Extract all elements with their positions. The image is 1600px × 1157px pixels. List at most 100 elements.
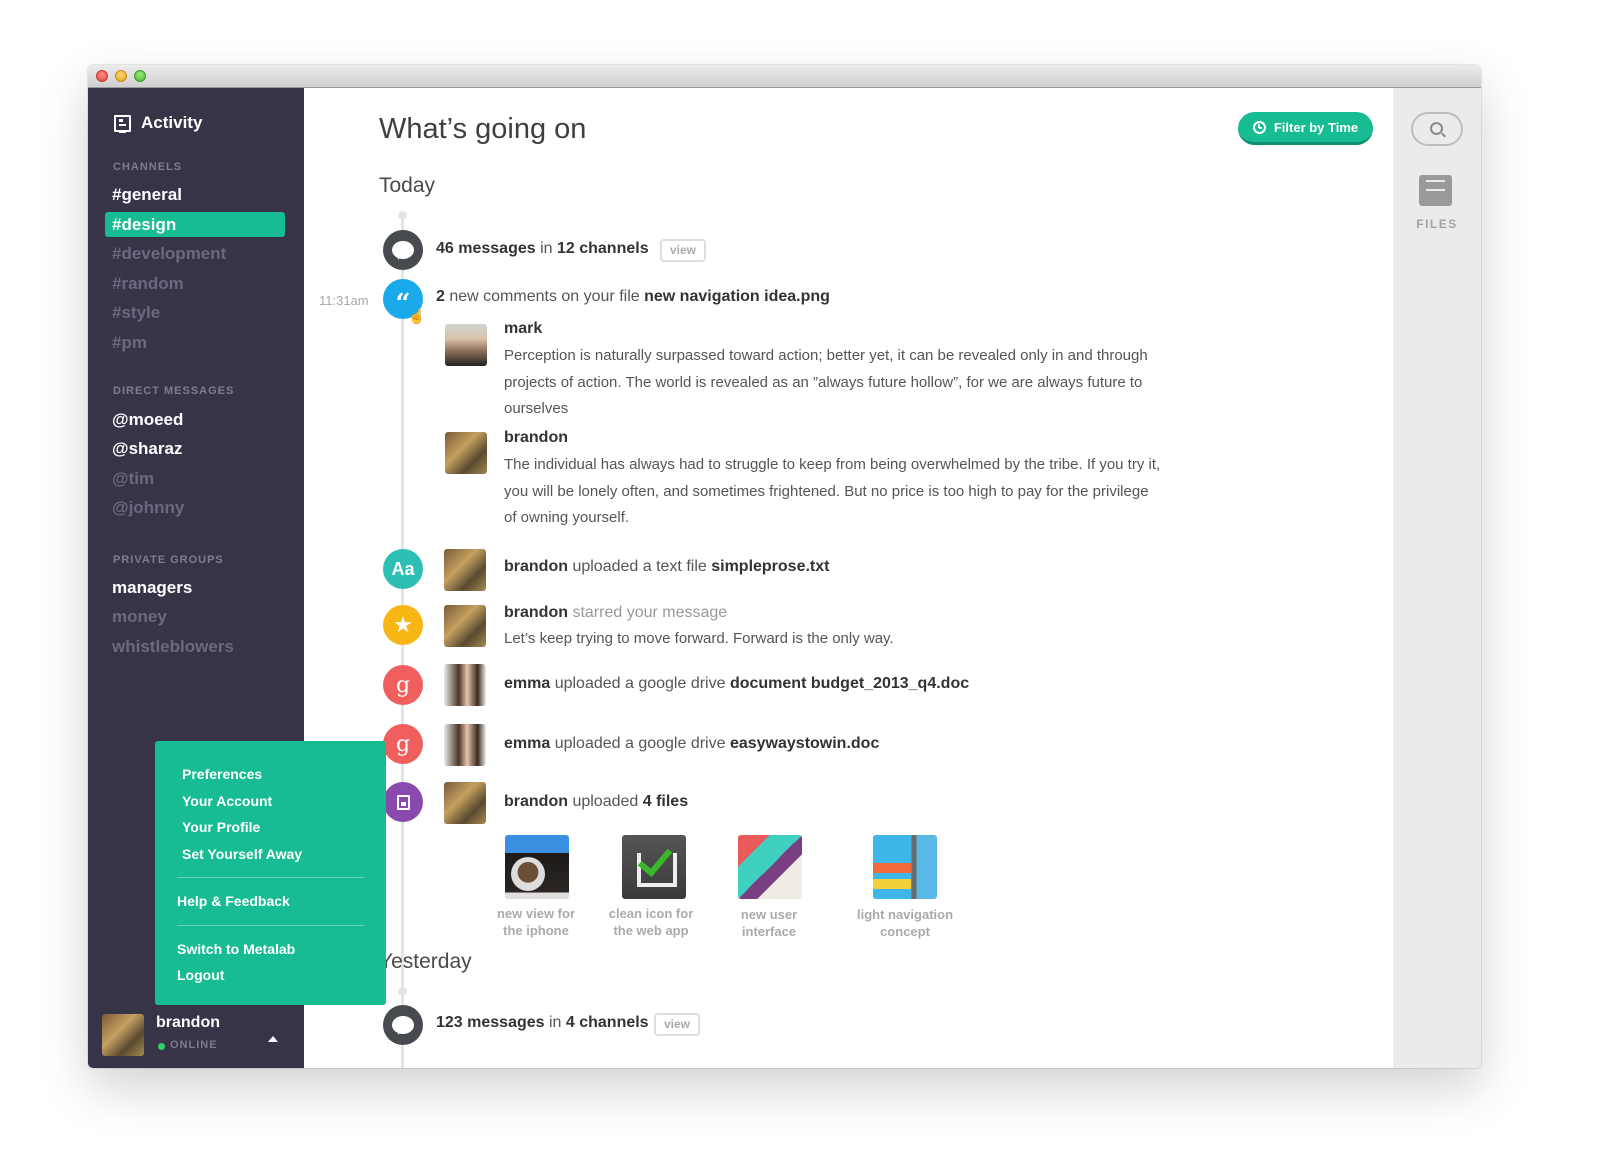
activity-icon — [114, 114, 131, 133]
file-caption: clean icon for the web app — [608, 906, 694, 938]
sidebar-dm-moeed[interactable]: @moeed — [105, 407, 285, 432]
files-drawer-icon[interactable] — [1419, 175, 1452, 206]
user-status: ONLINE — [170, 1039, 218, 1051]
file-link[interactable]: new navigation idea.png — [644, 288, 830, 305]
user-name: brandon — [156, 1014, 220, 1031]
search-button[interactable] — [1411, 112, 1463, 146]
activity-feed: What’s going on Filter by Time Today 46 … — [304, 88, 1393, 1068]
files-node — [383, 782, 423, 822]
sidebar-group-money[interactable]: money — [105, 604, 285, 629]
minimize-window-button[interactable] — [115, 70, 127, 82]
channels-header: CHANNELS — [113, 161, 183, 173]
file-thumbnail[interactable] — [622, 835, 686, 899]
sidebar-group-managers[interactable]: managers — [105, 575, 285, 600]
sidebar-activity-link[interactable]: Activity — [114, 113, 202, 133]
sidebar-channel-style[interactable]: #style — [105, 300, 285, 325]
file-link[interactable]: document budget_2013_q4.doc — [730, 675, 969, 692]
event-text: brandon uploaded a text file simpleprose… — [504, 558, 830, 575]
star-node: ★ — [383, 605, 423, 645]
day-label-yesterday: Yesterday — [379, 950, 472, 973]
menu-item-preferences[interactable]: Preferences — [155, 761, 386, 788]
files-label[interactable]: FILES — [1393, 217, 1481, 231]
sidebar-channel-design[interactable]: #design — [105, 212, 285, 237]
event-text: brandon starred your message — [504, 604, 728, 621]
filter-by-time-button[interactable]: Filter by Time — [1238, 112, 1373, 145]
chat-bubble-icon — [392, 241, 414, 259]
file-thumbnail[interactable] — [873, 835, 937, 899]
menu-item-set-away[interactable]: Set Yourself Away — [155, 841, 386, 868]
menu-item-switch-team[interactable]: Switch to Metalab — [155, 936, 386, 963]
sidebar-channel-random[interactable]: #random — [105, 271, 285, 296]
menu-item-logout[interactable]: Logout — [155, 962, 386, 989]
comment-body: Perception is naturally surpassed toward… — [504, 347, 1148, 417]
zoom-window-button[interactable] — [134, 70, 146, 82]
private-groups-header: PRIVATE GROUPS — [113, 554, 224, 566]
menu-divider — [177, 924, 364, 926]
clock-icon — [1252, 120, 1266, 134]
user-avatar — [102, 1014, 144, 1056]
google-drive-node: g — [383, 724, 423, 764]
avatar-brandon — [444, 605, 486, 647]
menu-item-your-profile[interactable]: Your Profile — [155, 814, 386, 841]
sidebar-dm-tim[interactable]: @tim — [105, 466, 285, 491]
messages-node — [383, 1005, 423, 1045]
avatar-mark — [445, 324, 487, 366]
event-text: emma uploaded a google drive document bu… — [504, 675, 970, 692]
sidebar-dm-johnny[interactable]: @johnny — [105, 495, 285, 520]
text-file-node: Aa — [383, 549, 423, 589]
title-bar — [88, 65, 1481, 88]
chat-bubble-icon — [392, 1016, 414, 1034]
file-caption: new view for the iphone — [496, 906, 576, 938]
activity-label: Activity — [141, 113, 203, 132]
sidebar-channel-general[interactable]: #general — [105, 182, 285, 207]
event-time: 11:31am — [319, 293, 369, 308]
google-icon: g — [395, 672, 411, 698]
search-icon — [1430, 122, 1443, 135]
messages-node — [383, 230, 423, 270]
view-yesterday-messages-button[interactable]: view — [654, 1013, 701, 1036]
avatar-emma — [444, 664, 486, 706]
menu-item-help-feedback[interactable]: Help & Feedback — [155, 888, 386, 915]
star-icon: ★ — [393, 612, 413, 637]
yesterday-summary: 123 messages in 4 channels — [436, 1014, 649, 1031]
app-window: Activity CHANNELS #general #design #deve… — [88, 65, 1481, 1068]
sidebar-group-whistleblowers[interactable]: whistleblowers — [105, 634, 285, 659]
google-drive-node: g — [383, 665, 423, 705]
online-status-dot — [158, 1043, 165, 1050]
google-icon: g — [395, 731, 411, 757]
event-text: emma uploaded a google drive easywaystow… — [504, 735, 880, 752]
sidebar-dm-sharaz[interactable]: @sharaz — [105, 436, 285, 461]
starred-message: Let’s keep trying to move forward. Forwa… — [504, 630, 894, 647]
close-window-button[interactable] — [96, 70, 108, 82]
file-thumbnail[interactable] — [738, 835, 802, 899]
day-label-today: Today — [379, 174, 436, 197]
avatar-brandon — [444, 782, 486, 824]
event-text: brandon uploaded 4 files — [504, 793, 689, 810]
file-link[interactable]: easywaystowin.doc — [730, 735, 879, 752]
comment-author[interactable]: brandon — [504, 429, 568, 447]
sidebar-channel-pm[interactable]: #pm — [105, 330, 285, 355]
caret-up-icon[interactable] — [268, 1036, 278, 1042]
comments-event-text: 2 new comments on your file new navigati… — [436, 288, 830, 305]
current-user[interactable]: brandon ONLINE — [102, 1014, 292, 1064]
hand-cursor-icon: ☝ — [408, 308, 426, 324]
sidebar-channel-development[interactable]: #development — [105, 241, 285, 266]
today-summary: 46 messages in 12 channels — [436, 240, 649, 257]
user-menu-popup: Preferences Your Account Your Profile Se… — [155, 741, 386, 1005]
direct-messages-header: DIRECT MESSAGES — [113, 385, 235, 397]
file-thumbnail[interactable] — [505, 835, 569, 899]
comment-author[interactable]: mark — [504, 320, 542, 338]
page-title: What’s going on — [379, 113, 587, 145]
avatar-brandon — [444, 549, 486, 591]
image-file-icon — [396, 794, 410, 810]
right-panel: FILES — [1393, 88, 1481, 1068]
menu-item-your-account[interactable]: Your Account — [155, 788, 386, 815]
filter-by-time-label: Filter by Time — [1273, 119, 1359, 135]
file-caption: light navigation concept — [856, 907, 954, 939]
avatar-brandon — [445, 432, 487, 474]
comment-body: The individual has always had to struggl… — [504, 456, 1161, 526]
view-today-messages-button[interactable]: view — [660, 239, 707, 262]
avatar-emma — [444, 724, 486, 766]
file-link[interactable]: simpleprose.txt — [711, 558, 829, 575]
menu-divider — [177, 877, 364, 878]
